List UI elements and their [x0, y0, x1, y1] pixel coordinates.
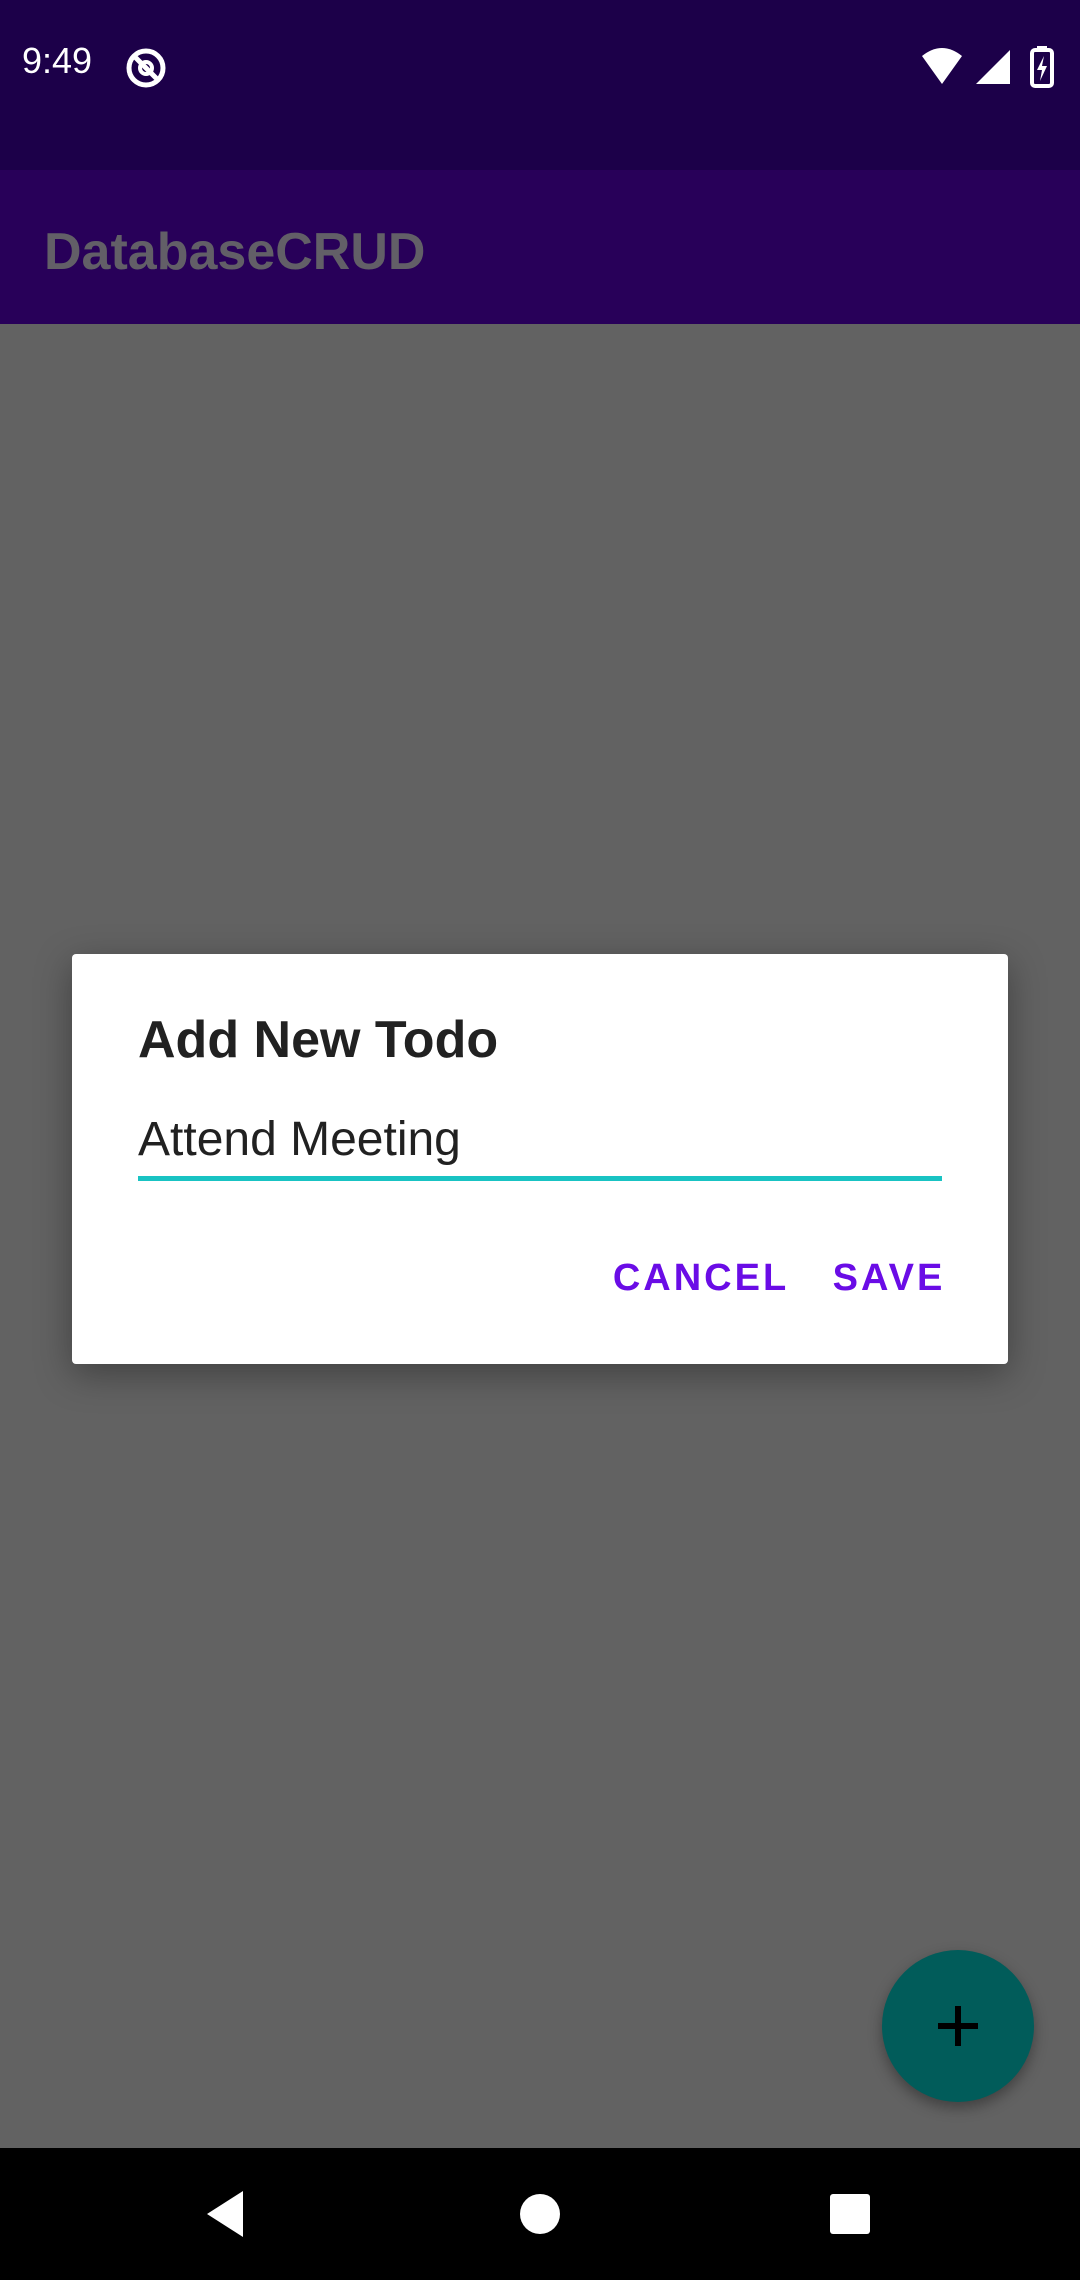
- wifi-icon: [922, 48, 962, 84]
- status-time: 9:49: [22, 40, 93, 81]
- add-todo-fab[interactable]: [882, 1950, 1034, 2102]
- add-todo-dialog: Add New Todo CANCEL SAVE: [72, 954, 1008, 1364]
- recents-icon: [830, 2194, 870, 2234]
- status-icons: [920, 44, 1060, 88]
- status-bar: 9:49: [0, 0, 1080, 170]
- back-icon: [207, 2191, 243, 2237]
- cell-signal-icon: [976, 50, 1010, 84]
- app-bar: DatabaseCRUD: [0, 170, 1080, 324]
- plus-icon: [938, 2006, 978, 2046]
- dialog-title: Add New Todo: [138, 1011, 499, 1069]
- home-button[interactable]: [460, 2148, 620, 2280]
- save-button[interactable]: SAVE: [828, 1246, 950, 1310]
- back-button[interactable]: [146, 2148, 306, 2280]
- battery-charging-icon: [1030, 46, 1054, 88]
- recents-button[interactable]: [770, 2148, 930, 2280]
- cancel-button[interactable]: CANCEL: [612, 1246, 790, 1310]
- nav-bar: [0, 2148, 1080, 2280]
- home-icon: [520, 2194, 560, 2234]
- app-title: DatabaseCRUD: [44, 223, 426, 281]
- no-disturb-icon: [124, 46, 168, 90]
- todo-input[interactable]: [138, 1104, 942, 1174]
- input-underline: [138, 1176, 942, 1181]
